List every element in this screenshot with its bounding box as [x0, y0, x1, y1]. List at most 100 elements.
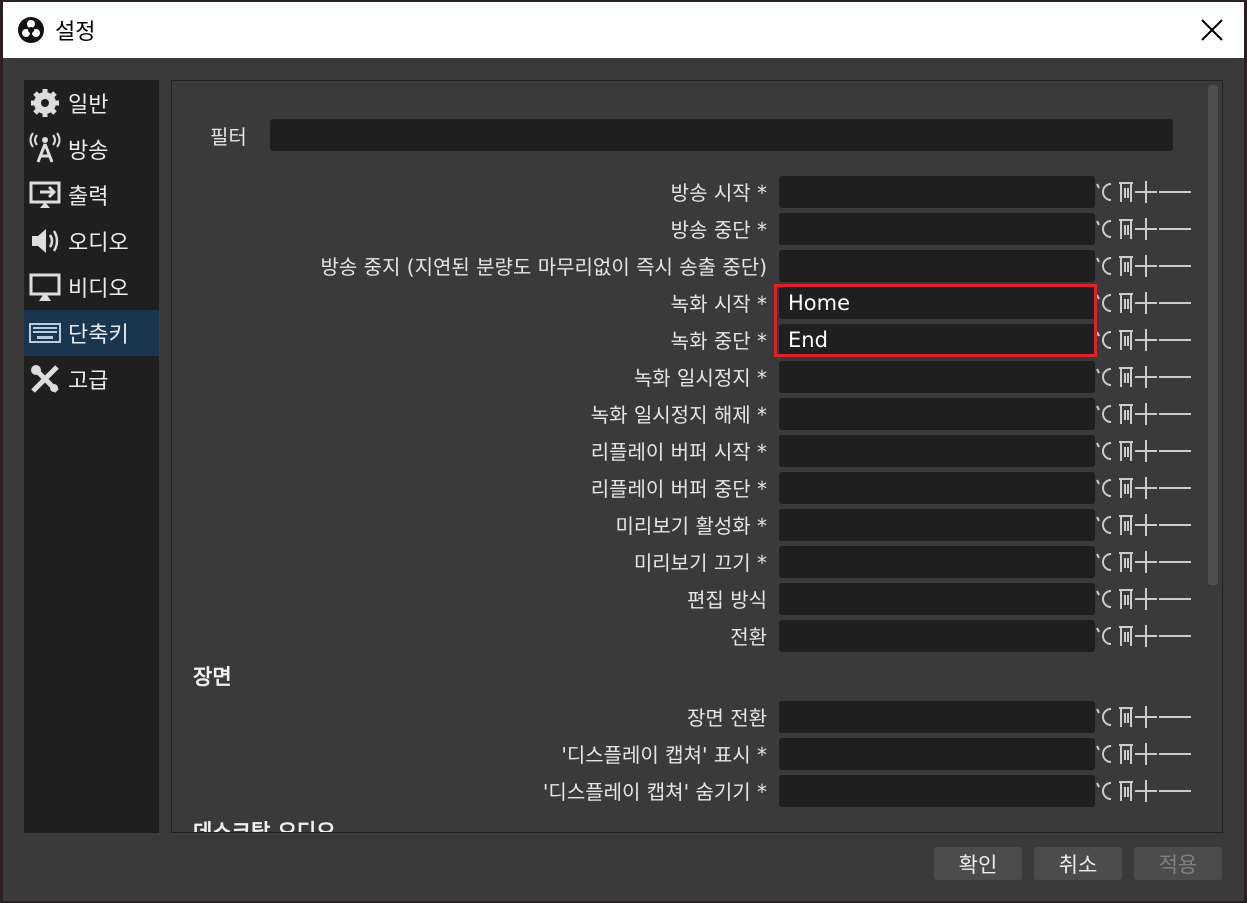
- hotkey-label: 편집 방식: [687, 588, 767, 612]
- scrollbar[interactable]: [1208, 85, 1218, 585]
- trash-icon[interactable]: [1119, 181, 1133, 202]
- sidebar-item-label: 일반: [68, 93, 109, 118]
- hotkey-row: '디스플레이 캡쳐' 숨기기 *: [172, 772, 1212, 809]
- revert-icon[interactable]: [1096, 781, 1112, 800]
- trash-icon[interactable]: [1119, 255, 1133, 276]
- plus-icon[interactable]: [1135, 291, 1157, 314]
- hotkey-controls[interactable]: [1095, 740, 1193, 768]
- hotkey-controls[interactable]: [1095, 400, 1193, 428]
- plus-icon[interactable]: [1135, 439, 1157, 462]
- hotkey-controls[interactable]: [1095, 585, 1193, 613]
- revert-icon[interactable]: [1096, 552, 1112, 571]
- trash-icon[interactable]: [1119, 706, 1133, 727]
- plus-icon[interactable]: [1135, 624, 1157, 647]
- plus-icon[interactable]: [1135, 742, 1157, 765]
- hotkey-controls[interactable]: [1095, 777, 1193, 805]
- plus-icon[interactable]: [1135, 587, 1157, 610]
- revert-icon[interactable]: [1096, 441, 1112, 460]
- hotkey-controls[interactable]: [1095, 363, 1193, 391]
- hotkey-controls[interactable]: [1095, 289, 1193, 317]
- hotkey-label: 리플레이 버퍼 중단 *: [590, 477, 767, 501]
- plus-icon[interactable]: [1135, 402, 1157, 425]
- revert-icon[interactable]: [1096, 404, 1112, 423]
- trash-icon[interactable]: [1119, 514, 1133, 535]
- hotkey-input[interactable]: [779, 434, 1095, 467]
- hotkey-input[interactable]: [779, 471, 1095, 504]
- gear-icon: [31, 89, 59, 117]
- hotkey-input[interactable]: [779, 700, 1095, 733]
- sidebar-item-1[interactable]: 방송: [24, 126, 159, 172]
- revert-icon[interactable]: [1096, 256, 1112, 275]
- plus-icon[interactable]: [1135, 180, 1157, 203]
- sidebar-item-label: 고급: [68, 369, 109, 394]
- trash-icon[interactable]: [1119, 588, 1133, 609]
- hotkey-controls[interactable]: [1095, 326, 1193, 354]
- hotkey-controls[interactable]: [1095, 252, 1193, 280]
- revert-icon[interactable]: [1096, 367, 1112, 386]
- trash-icon[interactable]: [1119, 403, 1133, 424]
- revert-icon[interactable]: [1096, 744, 1112, 763]
- revert-icon[interactable]: [1096, 589, 1112, 608]
- hotkey-controls[interactable]: [1095, 215, 1193, 243]
- revert-icon[interactable]: [1096, 707, 1112, 726]
- trash-icon[interactable]: [1119, 292, 1133, 313]
- plus-icon[interactable]: [1135, 254, 1157, 277]
- revert-icon[interactable]: [1096, 219, 1112, 238]
- hotkey-input[interactable]: [779, 619, 1095, 652]
- hotkey-controls[interactable]: [1095, 622, 1193, 650]
- hotkey-controls[interactable]: [1095, 437, 1193, 465]
- hotkey-input[interactable]: [779, 508, 1095, 541]
- apply-button[interactable]: 적용: [1134, 847, 1222, 880]
- hotkey-input[interactable]: [779, 582, 1095, 615]
- plus-icon[interactable]: [1135, 779, 1157, 802]
- hotkey-input[interactable]: [779, 175, 1095, 208]
- plus-icon[interactable]: [1135, 513, 1157, 536]
- sidebar-item-5[interactable]: 단축키: [24, 310, 159, 356]
- plus-icon[interactable]: [1135, 705, 1157, 728]
- revert-icon[interactable]: [1096, 626, 1112, 645]
- hotkey-input[interactable]: [779, 545, 1095, 578]
- hotkey-label: 미리보기 활성화 *: [615, 514, 767, 538]
- revert-icon[interactable]: [1096, 182, 1112, 201]
- hotkey-controls[interactable]: [1095, 474, 1193, 502]
- sidebar-item-6[interactable]: 고급: [24, 356, 159, 402]
- trash-icon[interactable]: [1119, 780, 1133, 801]
- hotkey-input[interactable]: [779, 774, 1095, 807]
- plus-icon[interactable]: [1135, 476, 1157, 499]
- revert-icon[interactable]: [1096, 330, 1112, 349]
- hotkey-controls[interactable]: [1095, 703, 1193, 731]
- plus-icon[interactable]: [1135, 328, 1157, 351]
- revert-icon[interactable]: [1096, 293, 1112, 312]
- keyboard-icon: [29, 323, 61, 343]
- sidebar-item-0[interactable]: 일반: [24, 80, 159, 126]
- trash-icon[interactable]: [1119, 743, 1133, 764]
- hotkey-input[interactable]: [779, 397, 1095, 430]
- hotkey-input[interactable]: [779, 249, 1095, 282]
- trash-icon[interactable]: [1119, 329, 1133, 350]
- hotkey-input[interactable]: [779, 737, 1095, 770]
- hotkey-input[interactable]: [779, 360, 1095, 393]
- trash-icon[interactable]: [1119, 477, 1133, 498]
- plus-icon[interactable]: [1135, 550, 1157, 573]
- cancel-button[interactable]: 취소: [1034, 847, 1122, 880]
- trash-icon[interactable]: [1119, 366, 1133, 387]
- close-icon[interactable]: [1198, 16, 1226, 44]
- plus-icon[interactable]: [1135, 365, 1157, 388]
- trash-icon[interactable]: [1119, 218, 1133, 239]
- sidebar-item-3[interactable]: 오디오: [24, 218, 159, 264]
- plus-icon[interactable]: [1135, 217, 1157, 240]
- revert-icon[interactable]: [1096, 478, 1112, 497]
- ok-button[interactable]: 확인: [934, 847, 1022, 880]
- sidebar-item-2[interactable]: 출력: [24, 172, 159, 218]
- trash-icon[interactable]: [1119, 625, 1133, 646]
- trash-icon[interactable]: [1119, 440, 1133, 461]
- trash-icon[interactable]: [1119, 551, 1133, 572]
- hotkey-controls[interactable]: [1095, 548, 1193, 576]
- hotkey-row: 리플레이 버퍼 시작 *: [172, 432, 1212, 469]
- hotkey-input[interactable]: [779, 212, 1095, 245]
- filter-input[interactable]: [270, 119, 1173, 151]
- revert-icon[interactable]: [1096, 515, 1112, 534]
- sidebar-item-4[interactable]: 비디오: [24, 264, 159, 310]
- hotkey-controls[interactable]: [1095, 511, 1193, 539]
- hotkey-controls[interactable]: [1095, 178, 1193, 206]
